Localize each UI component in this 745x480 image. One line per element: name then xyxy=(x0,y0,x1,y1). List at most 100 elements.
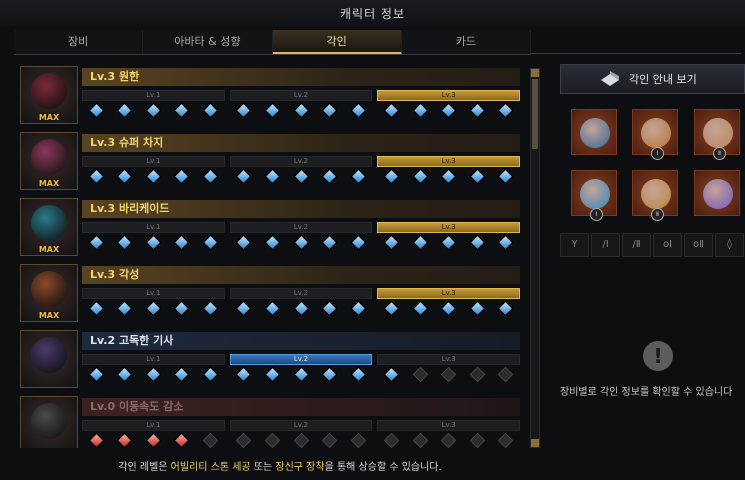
gem-icon xyxy=(145,432,162,448)
level-segment: Lv.3 xyxy=(377,420,521,431)
gem-icon xyxy=(174,432,190,448)
engraving-row[interactable]: Lv.0 이동속도 감소 Lv.1 Lv.2 Lv.3 xyxy=(18,394,525,448)
gem-icon xyxy=(202,300,219,316)
scroll-up-icon[interactable] xyxy=(531,69,539,77)
gem-icon xyxy=(497,168,514,184)
engraving-row[interactable]: Lv.2 고독한 기사 Lv.1 Lv.2 Lv.3 xyxy=(18,328,525,390)
max-badge: MAX xyxy=(38,179,60,188)
gem-icon xyxy=(174,168,190,184)
level-segment: Lv.1 xyxy=(82,156,225,167)
engraving-row[interactable]: MAX Lv.3 슈퍼 차지 Lv.1 Lv.2 Lv.3 xyxy=(18,130,525,192)
engraving-portrait: MAX xyxy=(20,132,78,190)
title-bar: 캐릭터 정보 xyxy=(0,0,745,26)
engraving-row[interactable]: MAX Lv.3 원한 Lv.1 Lv.2 Lv.3 xyxy=(18,64,525,126)
level-segment: Lv.1 xyxy=(82,354,225,365)
level-segment: Lv.3 xyxy=(377,354,521,365)
gem-icon xyxy=(383,432,400,448)
gem-icon xyxy=(383,366,400,382)
level-segment: Lv.3 xyxy=(377,288,521,299)
equipment-slot[interactable] xyxy=(694,170,740,216)
max-badge: MAX xyxy=(38,113,60,122)
gem-icon xyxy=(236,300,252,316)
gem-group xyxy=(377,432,520,448)
stone-icon xyxy=(703,179,733,209)
gem-icon xyxy=(236,168,252,184)
gem-icon xyxy=(174,234,190,250)
engraving-guide-button[interactable]: 각인 안내 보기 xyxy=(560,64,745,94)
tab-card[interactable]: 카드 xyxy=(401,30,531,54)
level-segment: Lv.2 xyxy=(229,354,373,365)
equipment-slot[interactable] xyxy=(571,109,617,155)
accessory-filter-icon[interactable]: oⅡ xyxy=(684,233,713,257)
engraving-portrait: MAX xyxy=(20,198,78,256)
level-segment: Lv.2 xyxy=(229,288,373,299)
equipment-slot[interactable]: Ⅰ xyxy=(632,109,678,160)
gem-icon xyxy=(236,366,252,382)
level-segment: Lv.2 xyxy=(229,420,373,431)
accessory-filter-icon[interactable]: /Ⅰ xyxy=(591,233,620,257)
scroll-thumb[interactable] xyxy=(532,79,538,149)
equipment-slot[interactable]: Ⅱ xyxy=(694,109,740,160)
tab-bar: 장비 아바타 & 성향 각인 카드 xyxy=(14,30,531,55)
gem-icon xyxy=(412,300,428,316)
gem-row xyxy=(82,234,520,250)
accessory-filter-icon[interactable]: /Ⅱ xyxy=(622,233,651,257)
level-segment: Lv.1 xyxy=(82,288,225,299)
accessory-filter-icon[interactable]: ◊ xyxy=(715,233,744,257)
tab-equipment[interactable]: 장비 xyxy=(14,30,144,54)
gem-group xyxy=(230,432,373,448)
level-bar: Lv.1 Lv.2 Lv.3 xyxy=(82,354,521,365)
accessory-filter-icon[interactable]: Y xyxy=(560,233,589,257)
scroll-down-icon[interactable] xyxy=(531,439,539,447)
equipment-slot[interactable]: Ⅰ xyxy=(571,170,617,221)
gem-icon xyxy=(88,300,105,316)
rank-badge: Ⅰ xyxy=(590,208,603,221)
gem-group xyxy=(230,300,373,316)
gem-row xyxy=(82,366,520,382)
gem-group xyxy=(82,366,225,382)
gem-group xyxy=(230,366,373,382)
gem-icon xyxy=(383,102,400,118)
engraving-icon xyxy=(31,337,67,373)
gem-icon xyxy=(174,102,190,118)
gem-icon xyxy=(117,366,133,382)
gem-group xyxy=(230,234,373,250)
max-badge: MAX xyxy=(38,245,60,254)
gem-icon xyxy=(88,432,105,448)
engraving-title: Lv.3 각성 xyxy=(82,266,520,284)
gem-icon xyxy=(497,234,514,250)
gem-icon xyxy=(145,168,162,184)
gem-icon xyxy=(202,366,219,382)
scrollbar[interactable] xyxy=(530,68,540,448)
engraving-row[interactable]: MAX Lv.3 각성 Lv.1 Lv.2 Lv.3 xyxy=(18,262,525,324)
gem-icon xyxy=(440,102,457,118)
gem-icon xyxy=(88,168,105,184)
necklace-icon xyxy=(580,118,610,148)
engraving-title: Lv.3 원한 xyxy=(82,68,520,86)
engraving-row[interactable]: MAX Lv.3 바리케이드 Lv.1 Lv.2 Lv.3 xyxy=(18,196,525,258)
gem-icon xyxy=(321,234,338,250)
gem-icon xyxy=(440,366,457,382)
engraving-icon xyxy=(31,139,67,175)
gem-icon xyxy=(350,366,366,382)
gem-icon xyxy=(236,102,252,118)
gem-icon xyxy=(236,432,252,448)
window-title: 캐릭터 정보 xyxy=(339,7,405,21)
tab-engraving[interactable]: 각인 xyxy=(272,30,402,54)
equipment-slot[interactable]: Ⅱ xyxy=(632,170,678,221)
level-bar: Lv.1 Lv.2 Lv.3 xyxy=(82,90,521,101)
gem-icon xyxy=(88,366,105,382)
tab-avatar[interactable]: 아바타 & 성향 xyxy=(143,30,273,54)
engraving-icon xyxy=(31,73,67,109)
level-bar: Lv.1 Lv.2 Lv.3 xyxy=(82,288,521,299)
gem-icon xyxy=(117,300,133,316)
level-segment: Lv.3 xyxy=(377,222,521,233)
gem-group xyxy=(377,234,520,250)
gem-icon xyxy=(383,300,400,316)
engraving-title: Lv.3 슈퍼 차지 xyxy=(82,134,520,152)
gem-group xyxy=(82,432,225,448)
gem-icon xyxy=(412,234,428,250)
info-text: 장비별로 각인 정보를 확인할 수 있습니다 xyxy=(560,387,733,398)
rank-badge: Ⅱ xyxy=(713,147,726,160)
accessory-filter-icon[interactable]: oⅠ xyxy=(653,233,682,257)
